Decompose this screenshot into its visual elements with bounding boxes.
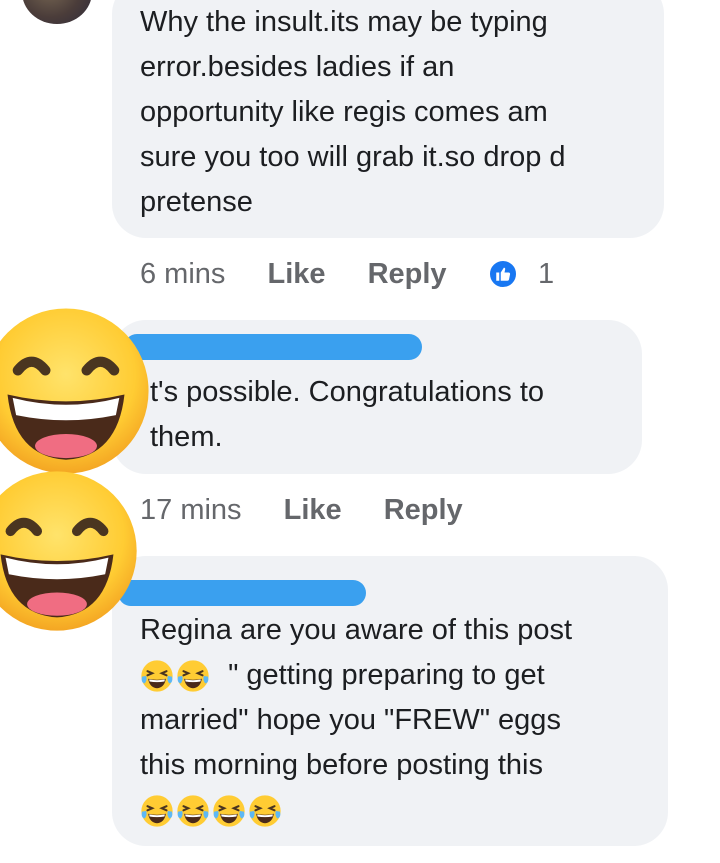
comment-meta-1: 6 mins Like Reply: [140, 258, 447, 291]
comment-line: married" hope you "FREW" eggs: [140, 704, 561, 736]
comment-line: them.: [150, 421, 223, 453]
comment-bubble-1: Why the insult.its may be typing error.b…: [112, 0, 664, 238]
comment-line-text: " getting preparing to get: [228, 659, 545, 691]
redacted-username: [118, 580, 366, 606]
reply-button[interactable]: Reply: [368, 258, 447, 290]
like-button[interactable]: Like: [267, 258, 325, 290]
comment-time[interactable]: 17 mins: [140, 494, 242, 526]
comment-meta-2: 17 mins Like Reply: [140, 494, 463, 527]
comment-line: sure you too will grab it.so drop d: [140, 141, 566, 173]
reply-button[interactable]: Reply: [384, 494, 463, 526]
comment-line: pretense: [140, 186, 253, 218]
comment-line: Why the insult.its may be typing: [140, 6, 548, 38]
like-button[interactable]: Like: [284, 494, 342, 526]
laughing-tears-emoji-icon: [140, 659, 174, 693]
laughing-tears-emoji-icon: [140, 794, 174, 828]
emoji-row: [140, 788, 284, 833]
grinning-face-emoji-icon: [0, 305, 152, 477]
comment-line: Regina are you aware of this post: [140, 614, 573, 646]
comment-line: opportunity like regis comes am: [140, 96, 548, 128]
comment-time[interactable]: 6 mins: [140, 258, 225, 290]
laughing-tears-emoji-icon: [176, 659, 210, 693]
laughing-tears-emoji-icon: [212, 794, 246, 828]
comment-line: " getting preparing to get: [140, 653, 545, 698]
thumbs-up-icon[interactable]: [488, 259, 518, 289]
comment-line: this morning before posting this: [140, 749, 543, 781]
comment-line: t's possible. Congratulations to: [150, 376, 545, 408]
comment-line: error.besides ladies if an: [140, 51, 455, 83]
reaction-count: 1: [538, 258, 555, 290]
grinning-face-emoji-icon: [0, 468, 140, 634]
laughing-tears-emoji-icon: [248, 794, 282, 828]
laughing-tears-emoji-icon: [176, 794, 210, 828]
redacted-username: [124, 334, 422, 360]
commenter-avatar[interactable]: [22, 0, 92, 24]
